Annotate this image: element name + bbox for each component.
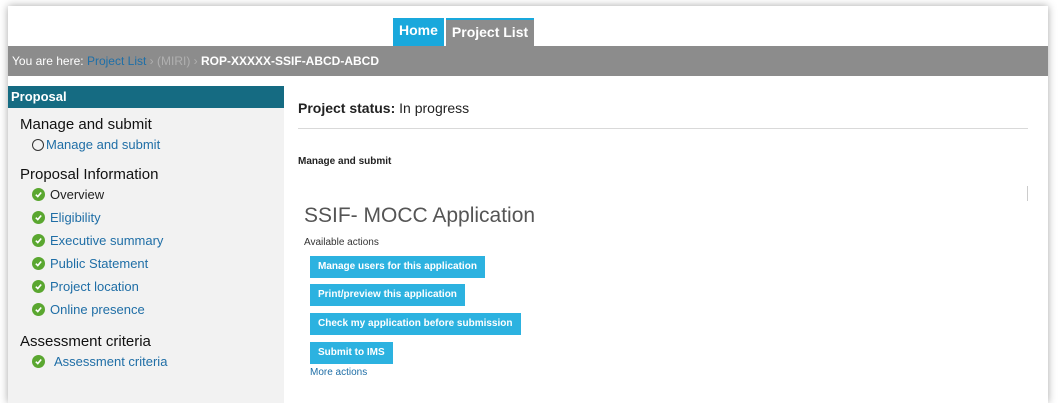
sidebar-item-public-statement[interactable]: Public Statement xyxy=(8,252,284,275)
sidebar-item-project-location[interactable]: Project location xyxy=(8,275,284,298)
tab-project-list[interactable]: Project List xyxy=(445,18,535,46)
application-title: SSIF- MOCC Application xyxy=(304,204,536,227)
check-application-button[interactable]: Check my application before submission xyxy=(310,313,521,335)
divider xyxy=(1027,186,1028,201)
sidebar-item-label: Executive summary xyxy=(50,233,164,248)
sidebar-header: Proposal xyxy=(8,86,284,108)
more-actions-link[interactable]: More actions xyxy=(310,367,367,378)
check-circle-icon xyxy=(32,234,45,247)
sidebar-section-proposal-info: Proposal Information xyxy=(20,166,159,183)
sidebar: Proposal Manage and submit Manage and su… xyxy=(8,86,284,403)
sidebar-item-assessment-criteria[interactable]: Assessment criteria xyxy=(8,350,284,373)
breadcrumb: You are here: Project List › (MIRI) › RO… xyxy=(8,46,1048,76)
sidebar-item-eligibility[interactable]: Eligibility xyxy=(8,206,284,229)
available-actions-label: Available actions xyxy=(304,237,379,248)
sidebar-item-label: Project location xyxy=(50,279,139,294)
check-circle-icon xyxy=(32,303,45,316)
sidebar-item-overview[interactable]: Overview xyxy=(8,183,284,206)
nav-tabs: Home Project List xyxy=(393,18,535,46)
sidebar-item-executive-summary[interactable]: Executive summary xyxy=(8,229,284,252)
sidebar-section-manage: Manage and submit xyxy=(20,116,152,133)
sidebar-item-label: Overview xyxy=(50,187,105,202)
section-subheading: Manage and submit xyxy=(298,156,392,167)
sidebar-item-manage-submit[interactable]: Manage and submit xyxy=(8,133,284,156)
breadcrumb-project-list-link[interactable]: Project List xyxy=(87,54,146,68)
sidebar-item-label: Assessment criteria xyxy=(54,354,168,369)
tab-home[interactable]: Home xyxy=(393,18,444,46)
project-status: Project status: In progress xyxy=(298,100,1038,116)
check-circle-icon xyxy=(32,257,45,270)
breadcrumb-separator: › (MIRI) › xyxy=(149,54,198,68)
print-preview-button[interactable]: Print/preview this application xyxy=(310,284,465,306)
check-circle-icon xyxy=(32,188,45,201)
divider xyxy=(298,128,1028,129)
check-circle-icon xyxy=(32,211,45,224)
breadcrumb-prefix: You are here: xyxy=(12,54,84,68)
check-circle-icon xyxy=(32,280,45,293)
sidebar-item-label: Online presence xyxy=(50,302,145,317)
breadcrumb-current: ROP-XXXXX-SSIF-ABCD-ABCD xyxy=(201,54,380,68)
main-content: Project status: In progress Manage and s… xyxy=(298,86,1038,403)
status-value: In progress xyxy=(399,100,470,116)
app-window: Home Project List You are here: Project … xyxy=(8,6,1048,403)
top-nav: Home Project List xyxy=(8,6,1048,46)
submit-to-ims-button[interactable]: Submit to IMS xyxy=(310,342,393,364)
sidebar-item-label: Eligibility xyxy=(50,210,101,225)
manage-users-button[interactable]: Manage users for this application xyxy=(310,256,485,278)
status-label: Project status: xyxy=(298,100,396,116)
sidebar-section-assessment: Assessment criteria xyxy=(20,333,151,350)
sidebar-item-label: Manage and submit xyxy=(46,137,161,152)
sidebar-item-label: Public Statement xyxy=(50,256,149,271)
empty-circle-icon xyxy=(32,138,44,151)
check-circle-icon xyxy=(32,355,45,368)
sidebar-item-online-presence[interactable]: Online presence xyxy=(8,298,284,321)
